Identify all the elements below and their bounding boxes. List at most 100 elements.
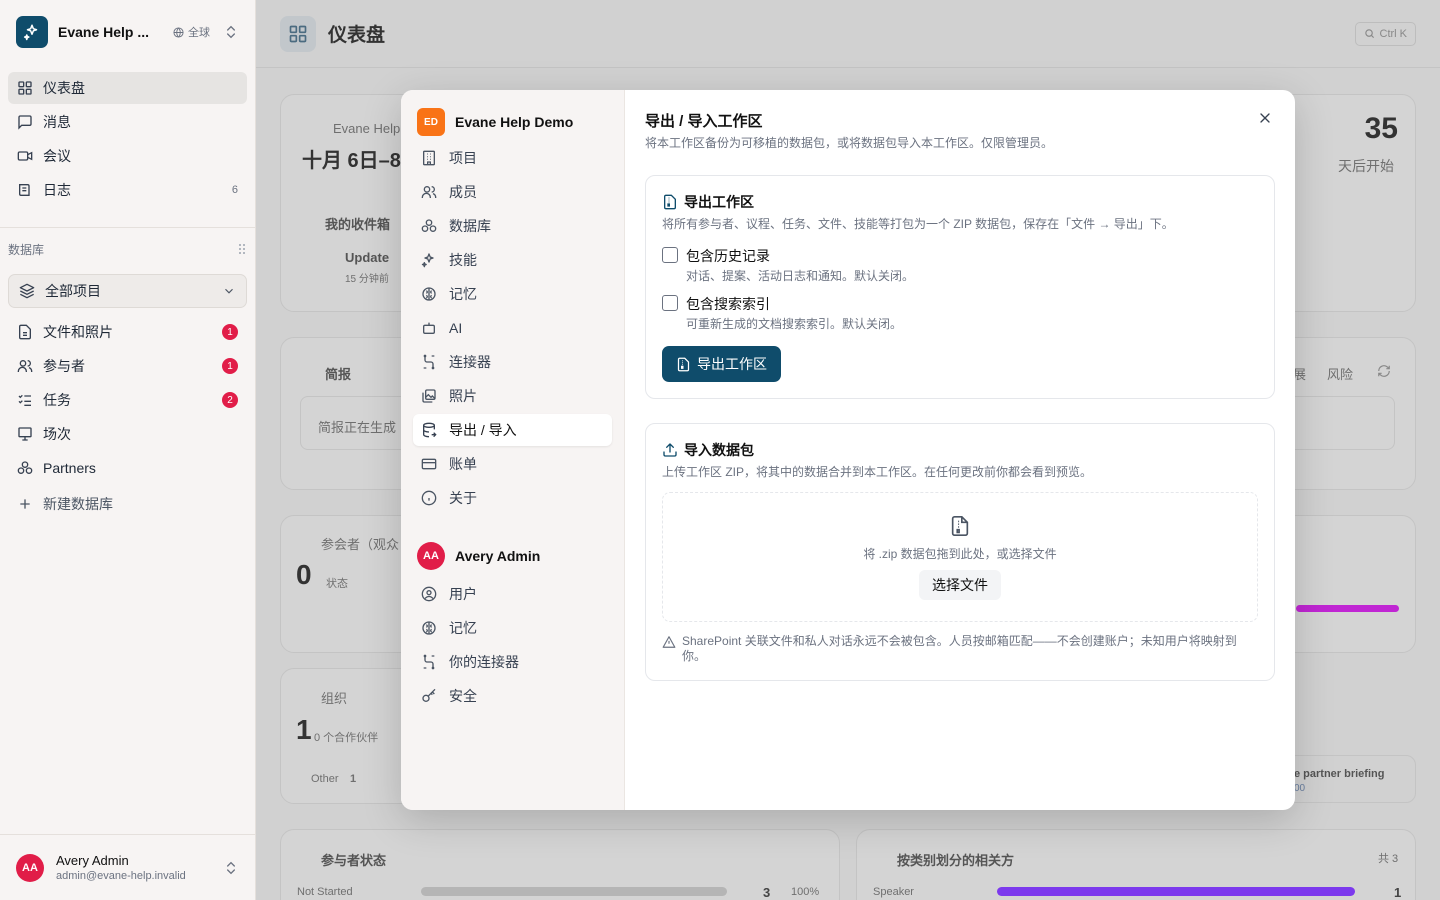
user-menu[interactable]: AA Avery Admin admin@evane-help.invalid <box>0 834 255 900</box>
nav-item-label: 日志 <box>43 182 71 198</box>
settings-nav-item[interactable]: 项目 <box>413 142 612 174</box>
workspace-switcher[interactable]: Evane Help ... 全球 <box>0 0 255 64</box>
new-database-label: 新建数据库 <box>43 496 113 512</box>
workspace-name: Evane Help ... <box>58 24 150 40</box>
video-icon <box>17 148 33 164</box>
settings-nav-item[interactable]: 安全 <box>413 680 612 712</box>
export-workspace-button[interactable]: 导出工作区 <box>662 346 781 382</box>
card-icon <box>421 456 437 472</box>
briefing-tab-risk[interactable]: 风险 <box>1327 364 1353 383</box>
settings-nav-item[interactable]: 技能 <box>413 244 612 276</box>
category-row-value: 1 <box>1394 885 1402 900</box>
settings-nav-item[interactable]: 成员 <box>413 176 612 208</box>
org-sub: 0 个合作伙伴 <box>314 732 379 744</box>
status-title: 参与者状态 <box>321 853 387 868</box>
category-row-label: Speaker <box>873 886 914 898</box>
grip-icon[interactable] <box>237 243 247 255</box>
settings-nav-item[interactable]: 关于 <box>413 482 612 514</box>
count-badge: 1 <box>222 324 238 340</box>
import-description: 上传工作区 ZIP，将其中的数据合并到本工作区。在任何更改前你都会看到预览。 <box>662 465 1093 479</box>
dialog-subtitle: 将本工作区备份为可移植的数据包，或将数据包导入本工作区。仅限管理员。 <box>645 136 1054 150</box>
new-database-button[interactable]: 新建数据库 <box>8 488 247 520</box>
chevrons-up-down-icon[interactable] <box>223 24 239 40</box>
nav-item-messages[interactable]: 消息 <box>8 106 247 138</box>
user-name: Avery Admin <box>56 853 129 868</box>
nav-item-label: 任务 <box>43 392 71 408</box>
org-legend-value: 1 <box>350 773 357 785</box>
settings-nav-item[interactable]: 照片 <box>413 380 612 412</box>
settings-nav-item[interactable]: 记忆 <box>413 612 612 644</box>
category-title: 按类别划分的相关方 <box>897 853 1015 868</box>
settings-nav-label: 项目 <box>449 150 477 166</box>
dashboard-icon <box>17 80 33 96</box>
settings-nav-item[interactable]: AI <box>413 312 612 344</box>
export-panel: 导出工作区 将所有参与者、议程、任务、文件、技能等打包为一个 ZIP 数据包，保… <box>645 175 1275 399</box>
photos-icon <box>421 388 437 404</box>
countdown-value: 35 <box>1364 112 1398 145</box>
file-icon <box>17 324 33 340</box>
avatar: AA <box>16 853 44 882</box>
brain-icon <box>421 620 437 636</box>
settings-nav-item[interactable]: 记忆 <box>413 278 612 310</box>
refresh-icon[interactable] <box>1377 364 1391 378</box>
close-button[interactable] <box>1255 108 1275 128</box>
log-icon <box>17 182 33 198</box>
nav-item-tasks[interactable]: 任务 2 <box>8 384 247 416</box>
import-panel: 导入数据包 上传工作区 ZIP，将其中的数据合并到本工作区。在任何更改前你都会看… <box>645 423 1275 681</box>
settings-nav-label: 照片 <box>449 388 477 404</box>
attendee-title: 参会者（观众 <box>321 537 400 552</box>
nav-item-label: Partners <box>43 460 96 476</box>
nav-item-files[interactable]: 文件和照片 1 <box>8 316 247 348</box>
settings-nav-item[interactable]: 你的连接器 <box>413 646 612 678</box>
nav-item-meetings[interactable]: 会议 <box>8 140 247 172</box>
include-history-checkbox[interactable]: 包含历史记录 对话、提案、活动日志和通知。默认关闭。 <box>662 246 1258 284</box>
include-search-index-checkbox[interactable]: 包含搜索索引 可重新生成的文档搜索索引。默认关闭。 <box>662 294 1258 332</box>
settings-nav-item[interactable]: 导出 / 导入 <box>413 414 612 446</box>
include-history-hint: 对话、提案、活动日志和通知。默认关闭。 <box>686 269 915 283</box>
status-row-percent: 100% <box>791 886 820 898</box>
settings-nav-item[interactable]: 账单 <box>413 448 612 480</box>
attendee-sub: 状态 <box>326 578 348 590</box>
nav-item-log[interactable]: 日志 6 <box>8 174 247 206</box>
export-description: 将所有参与者、议程、任务、文件、技能等打包为一个 ZIP 数据包，保存在「文件 … <box>662 217 1174 231</box>
nav-item-partners[interactable]: Partners <box>8 452 247 484</box>
upload-icon <box>662 442 678 458</box>
zip-dropzone[interactable]: 将 .zip 数据包拖到此处，或选择文件 选择文件 <box>662 492 1258 622</box>
settings-nav-label: 用户 <box>449 586 477 602</box>
status-row-value: 3 <box>763 885 771 900</box>
nav-item-dashboard[interactable]: 仪表盘 <box>8 72 247 104</box>
checkbox[interactable] <box>662 247 678 263</box>
nav-item-label: 会议 <box>43 148 71 164</box>
partner-briefing-title: e partner briefing <box>1294 768 1385 780</box>
project-select[interactable]: 全部项目 <box>8 274 247 308</box>
checkbox[interactable] <box>662 295 678 311</box>
close-icon <box>1257 110 1273 126</box>
settings-nav-item[interactable]: 用户 <box>413 578 612 610</box>
chevron-down-icon <box>222 284 236 298</box>
settings-nav-item[interactable]: 连接器 <box>413 346 612 378</box>
user-circle-icon <box>421 586 437 602</box>
status-row-label: Not Started <box>297 886 353 898</box>
workspace-scope-label: 全球 <box>188 27 211 39</box>
choose-file-button[interactable]: 选择文件 <box>919 569 1001 600</box>
partner-briefing-sub: 00 <box>1294 783 1306 794</box>
settings-nav-item[interactable]: 数据库 <box>413 210 612 242</box>
settings-nav-label: 导出 / 导入 <box>449 422 517 438</box>
users-icon <box>421 184 437 200</box>
database-section-header: 数据库 <box>0 238 255 260</box>
avatar: AA <box>417 542 445 570</box>
sparkles-icon <box>421 252 437 268</box>
settings-content: 导出 / 导入工作区 将本工作区备份为可移植的数据包，或将数据包导入本工作区。仅… <box>625 90 1295 810</box>
export-title: 导出工作区 <box>684 194 754 210</box>
search-shortcut[interactable]: Ctrl K <box>1354 21 1416 46</box>
app-sidebar: Evane Help ... 全球 仪表盘 消息 会议 日志 6 数据库 全部项… <box>0 0 256 900</box>
section-label: 数据库 <box>8 242 45 257</box>
inbox-item: Update <box>345 250 390 265</box>
export-button-label: 导出工作区 <box>697 356 767 372</box>
settings-nav-label: AI <box>449 320 463 336</box>
workspace-logo-icon <box>16 16 48 48</box>
nav-item-sessions[interactable]: 场次 <box>8 418 247 450</box>
settings-nav-label: 技能 <box>449 252 477 268</box>
users-icon <box>17 358 33 374</box>
nav-item-participants[interactable]: 参与者 1 <box>8 350 247 382</box>
